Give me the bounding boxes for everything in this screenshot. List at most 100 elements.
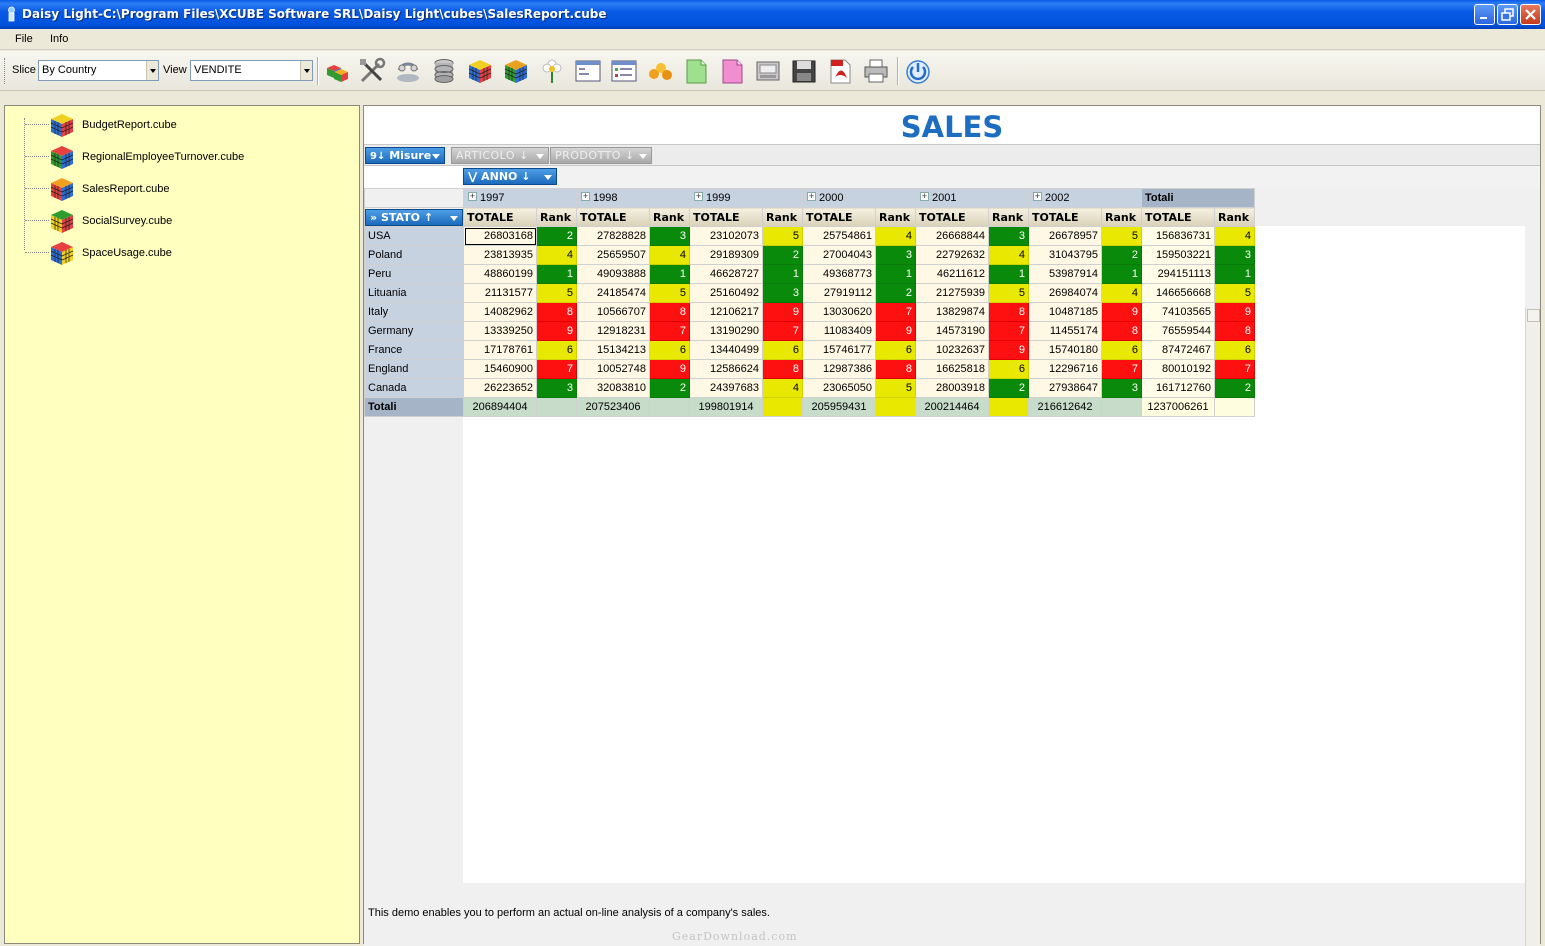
total-rank-cell[interactable]: [649, 397, 690, 417]
rank-cell[interactable]: 8: [649, 302, 690, 322]
value-cell[interactable]: 53987914: [1028, 264, 1102, 284]
country-header[interactable]: Peru: [364, 264, 464, 284]
value-cell[interactable]: 13190290: [689, 321, 763, 341]
value-cell[interactable]: 12106217: [689, 302, 763, 322]
misure-dimension[interactable]: 9↓ Misure: [365, 147, 445, 164]
rank-cell[interactable]: 8: [1101, 321, 1142, 341]
rank-cell[interactable]: 4: [649, 245, 690, 265]
value-cell[interactable]: 22792632: [915, 245, 989, 265]
total-rank-cell[interactable]: [988, 397, 1029, 417]
value-cell[interactable]: 21131577: [463, 283, 537, 303]
value-cell[interactable]: 161712760: [1141, 378, 1215, 398]
rank-cell[interactable]: 3: [1214, 245, 1255, 265]
rank-cell[interactable]: 6: [536, 340, 577, 360]
value-cell[interactable]: 21275939: [915, 283, 989, 303]
value-cell[interactable]: 26668844: [915, 226, 989, 246]
rank-cell[interactable]: 9: [536, 321, 577, 341]
value-cell[interactable]: 10566707: [576, 302, 650, 322]
power-icon[interactable]: [903, 56, 933, 86]
chevron-down-icon[interactable]: [639, 154, 647, 159]
minimize-button[interactable]: [1474, 4, 1495, 25]
value-cell[interactable]: 26984074: [1028, 283, 1102, 303]
rank-cell[interactable]: 5: [762, 226, 803, 246]
rank-cell[interactable]: 4: [536, 245, 577, 265]
country-header[interactable]: USA: [364, 226, 464, 246]
close-button[interactable]: [1520, 4, 1541, 25]
rank-cell[interactable]: 3: [1101, 378, 1142, 398]
value-cell[interactable]: 10232637: [915, 340, 989, 360]
rank-cell[interactable]: 9: [762, 302, 803, 322]
menu-info[interactable]: Info: [50, 33, 68, 45]
rank-cell[interactable]: 2: [649, 378, 690, 398]
value-cell[interactable]: 49093888: [576, 264, 650, 284]
view-combo[interactable]: VENDITE: [190, 60, 313, 81]
rank-cell[interactable]: 6: [1214, 340, 1255, 360]
stato-dimension[interactable]: » STATO ↑: [365, 208, 463, 226]
cube-color-icon[interactable]: [501, 56, 531, 86]
value-cell[interactable]: 27938647: [1028, 378, 1102, 398]
scanner-icon[interactable]: [753, 56, 783, 86]
country-header[interactable]: France: [364, 340, 464, 360]
value-cell[interactable]: 159503221: [1141, 245, 1215, 265]
rank-cell[interactable]: 5: [1101, 226, 1142, 246]
value-cell[interactable]: 13030620: [802, 302, 876, 322]
value-cell[interactable]: 15746177: [802, 340, 876, 360]
rank-cell[interactable]: 3: [536, 378, 577, 398]
rank-cell[interactable]: 2: [988, 378, 1029, 398]
year-header[interactable]: 1997: [463, 188, 577, 208]
value-cell[interactable]: 29189309: [689, 245, 763, 265]
tree-item[interactable]: BudgetReport.cube: [5, 109, 345, 139]
tree-item[interactable]: SpaceUsage.cube: [5, 237, 345, 267]
table-row[interactable]: Canada 26223652 3 32083810 2 24397683 4 2306505…: [364, 378, 1255, 398]
year-header[interactable]: 1999: [689, 188, 803, 208]
value-cell[interactable]: 11455174: [1028, 321, 1102, 341]
rank-cell[interactable]: 8: [762, 359, 803, 379]
table-row[interactable]: USA 26803168 2 27828828 3 23102073 5 25754861 4 2…: [364, 226, 1255, 246]
rank-cell[interactable]: 5: [649, 283, 690, 303]
value-cell[interactable]: 27004043: [802, 245, 876, 265]
value-cell[interactable]: 15740180: [1028, 340, 1102, 360]
value-cell[interactable]: 28003918: [915, 378, 989, 398]
export-pink-icon[interactable]: [717, 56, 747, 86]
country-header[interactable]: Italy: [364, 302, 464, 322]
rank-cell[interactable]: 8: [875, 359, 916, 379]
menu-file[interactable]: File: [15, 33, 33, 45]
value-cell[interactable]: 14573190: [915, 321, 989, 341]
value-cell[interactable]: 146656668: [1141, 283, 1215, 303]
maximize-button[interactable]: [1497, 4, 1518, 25]
total-value-cell[interactable]: 1237006261: [1141, 397, 1215, 417]
value-cell[interactable]: 15460900: [463, 359, 537, 379]
export-green-icon[interactable]: [681, 56, 711, 86]
value-cell[interactable]: 17178761: [463, 340, 537, 360]
tree-item[interactable]: SocialSurvey.cube: [5, 205, 345, 235]
rank-cell[interactable]: 8: [988, 302, 1029, 322]
value-cell[interactable]: 13440499: [689, 340, 763, 360]
vertical-scrollbar[interactable]: [1525, 308, 1540, 946]
rank-cell[interactable]: 6: [762, 340, 803, 360]
chevron-down-icon[interactable]: [544, 175, 552, 180]
value-cell[interactable]: 26803168: [463, 226, 537, 246]
value-cell[interactable]: 13339250: [463, 321, 537, 341]
value-cell[interactable]: 27828828: [576, 226, 650, 246]
value-cell[interactable]: 26223652: [463, 378, 537, 398]
rank-cell[interactable]: 2: [1101, 245, 1142, 265]
rank-cell[interactable]: 2: [1214, 378, 1255, 398]
value-cell[interactable]: 25659507: [576, 245, 650, 265]
value-cell[interactable]: 14082962: [463, 302, 537, 322]
rank-cell[interactable]: 8: [536, 302, 577, 322]
rank-cell[interactable]: 2: [536, 226, 577, 246]
chevron-down-icon[interactable]: [450, 215, 458, 221]
rank-cell[interactable]: 4: [988, 245, 1029, 265]
rank-cell[interactable]: 4: [1101, 283, 1142, 303]
rank-cell[interactable]: 7: [1101, 359, 1142, 379]
rank-cell[interactable]: 5: [875, 378, 916, 398]
cube-add-icon[interactable]: [321, 56, 351, 86]
list-window-icon[interactable]: [609, 56, 639, 86]
total-rank-cell[interactable]: [762, 397, 803, 417]
table-row[interactable]: Lituania 21131577 5 24185474 5 25160492 3 27919…: [364, 283, 1255, 303]
value-cell[interactable]: 48860199: [463, 264, 537, 284]
chevron-down-icon[interactable]: [300, 61, 312, 80]
year-header[interactable]: 2002: [1028, 188, 1142, 208]
rank-cell[interactable]: 7: [649, 321, 690, 341]
country-header[interactable]: Lituania: [364, 283, 464, 303]
